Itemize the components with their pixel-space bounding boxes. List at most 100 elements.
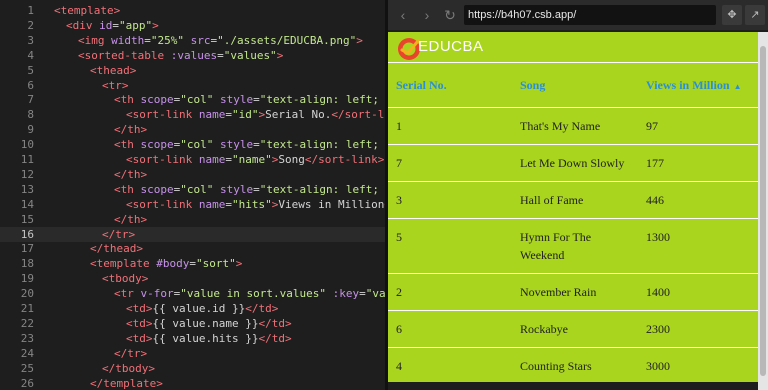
table-row: 2 November Rain 1400 xyxy=(388,273,758,311)
code-line[interactable]: 4 <sorted-table :values="values"> xyxy=(0,48,385,63)
table-row: 7 Let Me Down Slowly 177 xyxy=(388,144,758,182)
code-line[interactable]: 21 <td>{{ value.id }}</td> xyxy=(0,301,385,316)
table-cell-id: 6 xyxy=(388,310,512,348)
scrollbar-thumb[interactable] xyxy=(760,46,766,376)
code-text: <sort-link name="hits">Views in Million<… xyxy=(126,197,385,211)
code-line[interactable]: 8 <sort-link name="id">Serial No.</sort-l… xyxy=(0,107,385,122)
code-text: </th> xyxy=(114,123,148,137)
line-number: 25 xyxy=(20,361,34,375)
move-icon[interactable]: ✥ xyxy=(722,5,742,25)
code-text: <thead> xyxy=(90,63,137,77)
line-number: 1 xyxy=(27,4,34,17)
code-line[interactable]: 22 <td>{{ value.name }}</td> xyxy=(0,316,385,331)
code-line[interactable]: 25 </tbody> xyxy=(0,361,385,376)
code-line[interactable]: 10 <th scope="col" style="text-align: lef… xyxy=(0,137,385,152)
line-number: 8 xyxy=(27,108,34,122)
code-line[interactable]: 11 <sort-link name="name">Song</sort-link… xyxy=(0,152,385,167)
code-line[interactable]: 15 </th> xyxy=(0,212,385,227)
code-editor[interactable]: 1 <template> 2 <div id="app"> 3 <img width="2… xyxy=(0,0,385,390)
table-cell-hits: 446 xyxy=(638,181,758,219)
code-line[interactable]: 18 <template #body="sort"> xyxy=(0,256,385,271)
code-text: </tr> xyxy=(102,227,136,241)
line-number: 13 xyxy=(20,182,34,196)
line-number: 17 xyxy=(20,242,34,256)
open-external-icon[interactable]: ↗ xyxy=(745,5,765,25)
code-text: <tr v-for="value in sort.values" :key="v… xyxy=(114,287,385,301)
code-text: </template> xyxy=(90,376,163,390)
code-text: <tr> xyxy=(102,78,129,92)
code-line[interactable]: 23 <td>{{ value.hits }}</td> xyxy=(0,331,385,346)
code-line[interactable]: 7 <th scope="col" style="text-align: left… xyxy=(0,92,385,107)
code-line[interactable]: 5 <thead> xyxy=(0,63,385,78)
table-cell-id: 3 xyxy=(388,181,512,219)
table-cell-hits: 177 xyxy=(638,144,758,182)
table-cell-name: November Rain xyxy=(512,273,638,311)
code-text: </th> xyxy=(114,212,148,226)
line-number: 21 xyxy=(20,302,34,315)
code-line[interactable]: 13 <th scope="col" style="text-align: lef… xyxy=(0,182,385,197)
table-cell-id: 7 xyxy=(388,144,512,182)
arrow-left-icon[interactable]: ‹ xyxy=(394,6,412,24)
scrollbar[interactable] xyxy=(758,32,768,390)
line-number: 14 xyxy=(20,197,34,211)
code-text: </thead> xyxy=(90,242,143,256)
code-text: <tbody> xyxy=(102,272,149,286)
code-line[interactable]: 6 <tr> xyxy=(0,78,385,93)
table-cell-hits: 3000 xyxy=(638,347,758,382)
line-number: 11 xyxy=(20,153,34,166)
code-line[interactable]: 26 </template> xyxy=(0,376,385,390)
line-number: 16 xyxy=(20,227,34,241)
reload-icon[interactable]: ↻ xyxy=(441,6,459,24)
code-line[interactable]: 3 <img width="25%" src="./assets/EDUCBA.p… xyxy=(0,33,385,48)
line-number: 5 xyxy=(27,63,34,77)
code-line[interactable]: 19 <tbody> xyxy=(0,271,385,286)
rendered-page: EDUCBA Serial No. Song Views in Million ▲… xyxy=(388,32,758,382)
line-number: 23 xyxy=(20,331,34,345)
code-line[interactable]: 14 <sort-link name="hits">Views in Millio… xyxy=(0,197,385,212)
table-cell-hits: 1400 xyxy=(638,273,758,311)
table-cell-name: That's My Name xyxy=(512,107,638,145)
code-text: <th scope="col" style="text-align: left;… xyxy=(114,182,379,196)
code-line[interactable]: 20 <tr v-for="value in sort.values" :key=… xyxy=(0,286,385,301)
sort-ascending-icon: ▲ xyxy=(733,81,742,91)
code-text: <template #body="sort"> xyxy=(90,257,243,271)
brand-name: EDUCBA xyxy=(418,38,484,55)
table-cell-name: Rockabye xyxy=(512,310,638,348)
header-song[interactable]: Song xyxy=(512,62,638,108)
table-row: 6 Rockabye 2300 xyxy=(388,310,758,348)
table-cell-name: Hymn For The Weekend xyxy=(512,218,638,274)
code-line[interactable]: 1 <template> xyxy=(0,3,385,18)
code-text: </tbody> xyxy=(102,361,155,375)
table-row: 1 That's My Name 97 xyxy=(388,107,758,145)
code-text: <th scope="col" style="text-align: left;… xyxy=(114,138,379,152)
code-text: <img width="25%" src="./assets/EDUCBA.pn… xyxy=(78,33,363,47)
code-text: <td>{{ value.hits }}</td> xyxy=(126,331,292,345)
header-views[interactable]: Views in Million ▲ xyxy=(638,62,758,108)
code-line[interactable]: 17 </thead> xyxy=(0,241,385,256)
line-number: 24 xyxy=(20,346,34,360)
table-cell-name: Counting Stars xyxy=(512,347,638,382)
code-line[interactable]: 16 </tr> xyxy=(0,226,385,242)
arrow-right-icon[interactable]: › xyxy=(418,6,436,24)
code-text: <sort-link name="name">Song</sort-link> xyxy=(126,153,385,166)
url-input[interactable]: https://b4h07.csb.app/ xyxy=(464,5,716,25)
code-text: <td>{{ value.id }}</td> xyxy=(126,302,279,315)
code-line[interactable]: 9 </th> xyxy=(0,122,385,137)
table-cell-name: Let Me Down Slowly xyxy=(512,144,638,182)
code-text: </tr> xyxy=(114,346,148,360)
table-cell-id: 5 xyxy=(388,218,512,274)
code-line[interactable]: 12 </th> xyxy=(0,167,385,182)
line-number: 10 xyxy=(20,138,34,152)
table-cell-hits: 2300 xyxy=(638,310,758,348)
code-line[interactable]: 2 <div id="app"> xyxy=(0,18,385,33)
table-row: 5 Hymn For The Weekend 1300 xyxy=(388,218,758,274)
header-serial[interactable]: Serial No. xyxy=(388,62,512,108)
browser-preview: ‹ › ↻ https://b4h07.csb.app/ ✥ ↗ EDUCBA … xyxy=(388,0,768,390)
code-text: <sort-link name="id">Serial No.</sort-li… xyxy=(126,108,385,122)
line-number: 6 xyxy=(27,78,34,92)
line-number: 22 xyxy=(20,316,34,330)
table-cell-hits: 97 xyxy=(638,107,758,145)
line-number: 3 xyxy=(27,33,34,47)
code-line[interactable]: 24 </tr> xyxy=(0,346,385,361)
code-text: <template> xyxy=(54,4,121,17)
